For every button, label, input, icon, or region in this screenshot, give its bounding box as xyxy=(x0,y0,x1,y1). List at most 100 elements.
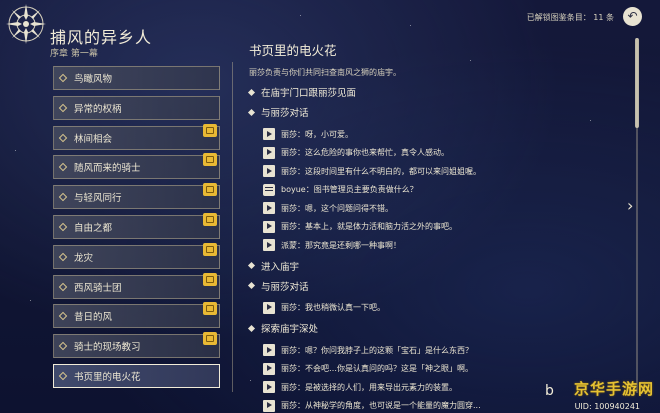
chapter-label: 西风骑士团 xyxy=(74,282,122,294)
overlay-letter: b xyxy=(545,383,554,399)
dialogue-line[interactable]: 丽莎：这么危险的事你也来帮忙，真令人感动。 xyxy=(263,144,629,163)
quest-step-heading: 在庙宇门口跟丽莎见面 xyxy=(247,85,629,99)
quest-sections: 在庙宇门口跟丽莎见面 与丽莎对话 丽莎：呀，小可爱。 丽莎：这么危险的事你也来帮忙，真… xyxy=(247,85,629,413)
play-voice-icon[interactable] xyxy=(263,344,275,357)
dialogue-line[interactable]: 丽莎：我也稍微认真一下吧。 xyxy=(263,299,629,318)
diamond-bullet-icon xyxy=(58,133,68,142)
play-voice-icon[interactable] xyxy=(263,399,275,412)
chapter-item[interactable]: 林间相会 xyxy=(53,123,220,150)
dialogue-text: 丽莎：嗯，这个问题问得不错。 xyxy=(281,203,393,213)
play-voice-icon[interactable] xyxy=(263,301,275,314)
chapter-item[interactable]: 昔日的风 xyxy=(53,302,220,329)
dialogue-text: boyue：图书管理员主要负责做什么？ xyxy=(281,185,418,195)
diamond-bullet-icon xyxy=(58,192,68,202)
quest-step-title: 在庙宇门口跟丽莎见面 xyxy=(261,88,357,99)
new-entry-badge-icon xyxy=(203,123,217,137)
next-page-chevron-icon[interactable]: › xyxy=(627,196,633,215)
quest-step-title: 进入庙宇 xyxy=(261,261,300,273)
play-voice-icon[interactable] xyxy=(263,146,275,159)
diamond-bullet-icon xyxy=(58,103,68,113)
chapter-label: 昔日的风 xyxy=(74,312,113,324)
chapter-label: 林间相会 xyxy=(74,133,113,145)
dialogue-text: 丽莎：是被选择的人们，用来导出元素力的装置。 xyxy=(281,382,457,392)
chapter-item[interactable]: 西风骑士团 xyxy=(53,272,220,299)
quest-step-heading: 与丽莎对话 xyxy=(247,105,629,119)
diamond-bullet-icon xyxy=(58,252,68,262)
dialogue-text: 丽莎：不会吧…你是认真问的吗？这是「神之眼」啊。 xyxy=(281,364,473,374)
dialogue-line[interactable]: boyue：图书管理员主要负责做什么？ xyxy=(263,181,629,200)
dialogue-line[interactable]: 丽莎：嗯？你问我脖子上的这颗「宝石」是什么东西？ xyxy=(263,341,629,360)
dialogue-line[interactable]: 丽莎：嗯，这个问题问得不错。 xyxy=(263,199,629,218)
dialogue-line[interactable]: 派蒙：那究竟是还剩哪一种事啊！ xyxy=(263,236,629,255)
dialogue-text: 丽莎：基本上，就是体力活和脑力活之外的事吧。 xyxy=(281,222,457,232)
new-entry-badge-icon xyxy=(203,242,217,256)
diamond-bullet-icon xyxy=(247,324,256,332)
chapter-item[interactable]: 书页里的电火花 xyxy=(53,363,220,388)
diamond-bullet-icon xyxy=(58,73,68,83)
diamond-bullet-icon xyxy=(58,371,68,381)
scrollbar-thumb[interactable] xyxy=(635,38,639,128)
chapter-list: 鸟瞰风物异常的权柄林间相会随风而来的骑士 与轻风同行自由之都龙灾西风骑士团昔日的风… xyxy=(53,66,220,394)
quest-step-title: 与丽莎对话 xyxy=(261,108,309,119)
chapter-label: 骑士的现场教习 xyxy=(74,342,141,354)
play-voice-icon[interactable] xyxy=(263,128,275,141)
dialogue-text: 丽莎：这么危险的事你也来帮忙，真令人感动。 xyxy=(281,148,449,158)
dialogue-text: 丽莎：从神秘学的角度，也可说是一个能量的魔力圆穿... xyxy=(281,401,481,411)
chapter-item[interactable]: 随风而来的骑士 xyxy=(53,153,220,180)
chapter-item[interactable]: 自由之都 xyxy=(53,212,220,239)
diamond-bullet-icon xyxy=(58,222,68,232)
dialogue-text: 丽莎：嗯？你问我脖子上的这颗「宝石」是什么东西？ xyxy=(281,345,473,355)
chapter-item[interactable]: 鸟瞰风物 xyxy=(53,66,220,90)
chapter-label: 鸟瞰风物 xyxy=(74,74,113,85)
page-title: 捕风的异乡人 xyxy=(50,28,153,47)
dialogue-line[interactable]: 丽莎：基本上，就是体力活和脑力活之外的事吧。 xyxy=(263,218,629,237)
chapter-label: 龙灾 xyxy=(74,252,94,264)
diamond-bullet-icon xyxy=(58,341,68,351)
chapter-item[interactable]: 与轻风同行 xyxy=(53,183,220,210)
dialogue-line[interactable]: 丽莎：不会吧…你是认真问的吗？这是「神之眼」啊。 xyxy=(263,360,629,379)
constellation-emblem-icon xyxy=(6,4,46,44)
quest-detail: 书页里的电火花 丽莎负责与你们共同扫查南风之狮的庙宇。 在庙宇门口跟丽莎见面 与丽… xyxy=(247,40,629,413)
diamond-bullet-icon xyxy=(58,282,68,291)
site-watermark: 京华手游网 xyxy=(573,380,654,398)
chapter-label: 随风而来的骑士 xyxy=(74,163,141,175)
dialogue-line[interactable]: 丽莎：这段时间里有什么不明白的，都可以来问姐姐喔。 xyxy=(263,162,629,181)
chapter-item[interactable]: 骑士的现场教习 xyxy=(53,332,220,359)
play-voice-icon[interactable] xyxy=(263,381,275,394)
quest-step-heading: 与丽莎对话 xyxy=(247,279,629,293)
play-voice-icon[interactable] xyxy=(263,220,275,233)
chapter-label: 自由之都 xyxy=(74,222,113,234)
quest-step-heading: 探索庙宇深处 xyxy=(247,321,629,335)
diamond-bullet-icon xyxy=(58,312,68,321)
dialogue-line[interactable]: 丽莎：呀，小可爱。 xyxy=(263,125,629,144)
dialogue-text: 丽莎：这段时间里有什么不明白的，都可以来问姐姐喔。 xyxy=(281,166,481,176)
quest-step-title: 探索庙宇深处 xyxy=(261,324,319,335)
back-arrow-icon: ↶ xyxy=(627,9,638,23)
chat-choice-icon[interactable] xyxy=(263,183,275,196)
diamond-bullet-icon xyxy=(247,88,256,96)
chapter-item[interactable]: 异常的权柄 xyxy=(53,95,220,120)
player-uid: UID: 100940241 xyxy=(574,402,640,411)
chapter-subtitle: 序章 第一幕 xyxy=(50,49,98,59)
quest-step-title: 与丽莎对话 xyxy=(261,281,309,293)
quest-title: 书页里的电火花 xyxy=(249,43,337,58)
chapter-label: 书页里的电火花 xyxy=(74,371,141,383)
new-entry-badge-icon xyxy=(203,153,217,167)
new-entry-badge-icon xyxy=(203,212,217,226)
diamond-bullet-icon xyxy=(247,108,256,116)
diamond-bullet-icon xyxy=(247,261,256,270)
chapter-item[interactable]: 龙灾 xyxy=(53,242,220,269)
quest-description: 丽莎负责与你们共同扫查南风之狮的庙宇。 xyxy=(249,68,401,77)
play-voice-icon[interactable] xyxy=(263,202,275,215)
play-voice-icon[interactable] xyxy=(263,165,275,178)
chapter-label: 与轻风同行 xyxy=(74,193,122,205)
quest-step-heading: 进入庙宇 xyxy=(247,259,629,273)
unlocked-count: 已解锁图鉴条目： 11 条 xyxy=(526,13,614,22)
play-voice-icon[interactable] xyxy=(263,362,275,375)
chapter-label: 异常的权柄 xyxy=(74,103,122,115)
diamond-bullet-icon xyxy=(58,163,68,172)
dialogue-text: 丽莎：呀，小可爱。 xyxy=(281,129,353,139)
play-voice-icon[interactable] xyxy=(263,239,275,252)
dialogue-text: 丽莎：我也稍微认真一下吧。 xyxy=(281,303,385,313)
back-button[interactable]: ↶ xyxy=(623,7,642,26)
